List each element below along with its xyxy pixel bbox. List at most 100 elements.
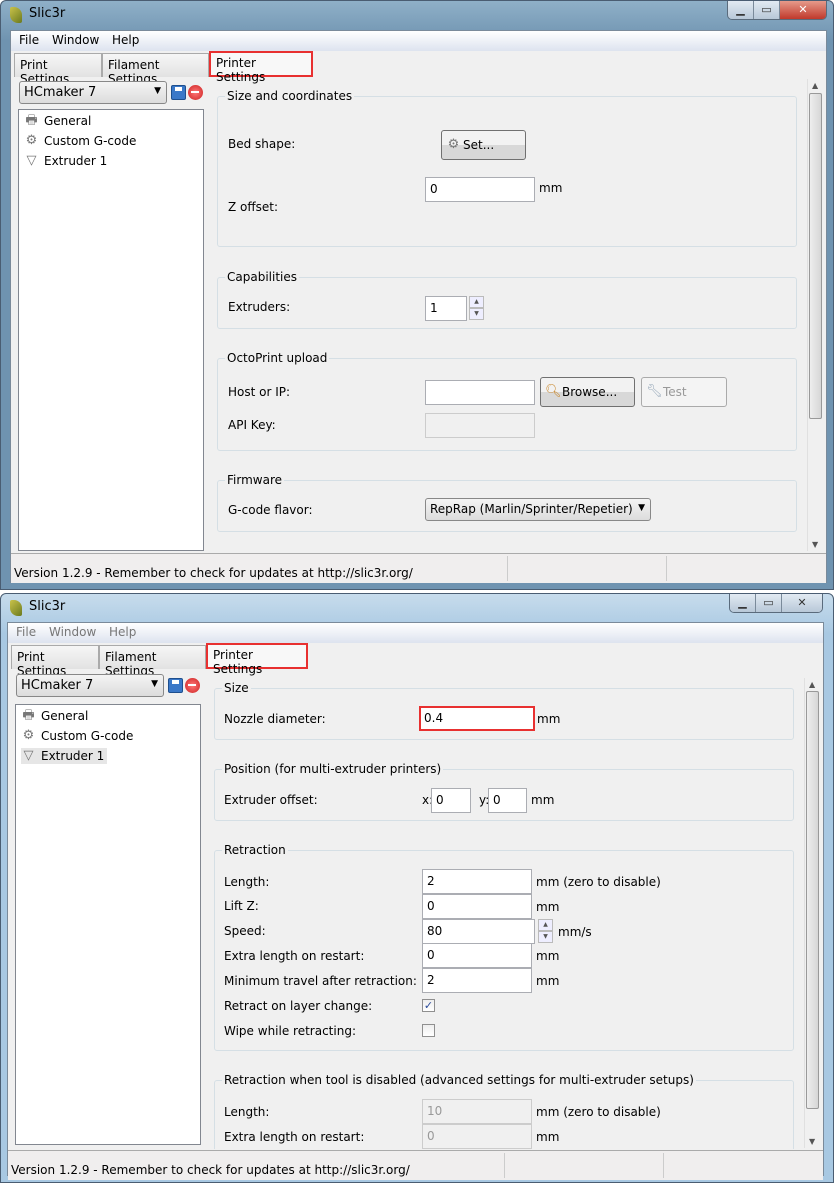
- magnifier-icon: 🔍︎: [545, 384, 562, 399]
- spin-down-icon[interactable]: ▼: [538, 931, 553, 943]
- window-title: Slic3r: [29, 599, 66, 614]
- retract-layer-change-label: Retract on layer change:: [224, 999, 373, 1013]
- offset-unit: mm: [531, 793, 555, 807]
- scroll-up-icon[interactable]: ▲: [809, 680, 815, 689]
- extruder-offset-label: Extruder offset:: [224, 793, 318, 807]
- chevron-down-icon: ▼: [638, 503, 645, 513]
- test-button[interactable]: 🔧︎ Test: [641, 377, 727, 407]
- maximize-button[interactable]: ▭: [754, 1, 780, 19]
- retract-speed-input[interactable]: 80: [422, 919, 535, 944]
- status-divider: [663, 1153, 664, 1178]
- bed-shape-set-button[interactable]: ⚙ Set...: [441, 130, 526, 160]
- group-title: Size: [222, 681, 251, 695]
- status-divider: [504, 1153, 505, 1178]
- client-area: File Window Help Print Settings Filament…: [10, 30, 827, 583]
- retract-layer-change-checkbox[interactable]: ✓: [422, 999, 435, 1012]
- group-title: Size and coordinates: [225, 89, 355, 103]
- extruders-label: Extruders:: [228, 300, 291, 314]
- scroll-up-icon[interactable]: ▲: [812, 81, 818, 90]
- gcode-flavor-select[interactable]: RepRap (Marlin/Sprinter/Repetier) ▼: [425, 498, 651, 521]
- close-button[interactable]: ✕: [780, 1, 826, 19]
- maximize-button[interactable]: ▭: [756, 594, 782, 612]
- spin-down-icon[interactable]: ▼: [469, 308, 484, 320]
- nozzle-diameter-label: Nozzle diameter:: [224, 712, 326, 726]
- browse-button[interactable]: 🔍︎ Browse...: [540, 377, 635, 407]
- slic3r-app-icon: [10, 600, 22, 616]
- gcode-flavor-value: RepRap (Marlin/Sprinter/Repetier): [430, 502, 633, 516]
- retract-speed-spinner[interactable]: ▲ ▼: [538, 919, 553, 943]
- status-divider: [666, 556, 667, 581]
- lift-z-label: Lift Z:: [224, 899, 259, 913]
- scroll-down-icon[interactable]: ▼: [812, 540, 818, 549]
- min-travel-unit: mm: [536, 974, 560, 988]
- extruders-spinner[interactable]: ▲ ▼: [469, 296, 484, 320]
- browse-label: Browse...: [562, 385, 618, 399]
- spin-up-icon[interactable]: ▲: [538, 919, 553, 931]
- retract-speed-label: Speed:: [224, 924, 266, 938]
- status-bar: Version 1.2.9 - Remember to check for up…: [8, 1150, 823, 1180]
- host-label: Host or IP:: [228, 385, 291, 399]
- group-title: OctoPrint upload: [225, 351, 330, 365]
- window-title: Slic3r: [29, 6, 66, 21]
- extra-length-input[interactable]: 0: [422, 943, 532, 968]
- window-controls: ▁ ▭ ✕: [727, 1, 827, 20]
- lift-z-input[interactable]: 0: [422, 894, 532, 919]
- disabled-length-label: Length:: [224, 1105, 270, 1119]
- vertical-scrollbar[interactable]: ▲ ▼: [804, 678, 820, 1148]
- z-offset-label: Z offset:: [228, 200, 279, 214]
- min-travel-input[interactable]: 2: [422, 968, 532, 993]
- disabled-length-input[interactable]: 10: [422, 1099, 532, 1124]
- status-bar: Version 1.2.9 - Remember to check for up…: [11, 553, 826, 583]
- retract-length-input[interactable]: 2: [422, 869, 532, 894]
- settings-pane: Size Nozzle diameter: 0.4 mm Position (f…: [8, 623, 805, 1149]
- status-text: Version 1.2.9 - Remember to check for up…: [11, 1163, 410, 1177]
- offset-y-input[interactable]: 0: [488, 788, 527, 813]
- z-offset-input[interactable]: 0: [425, 177, 535, 202]
- status-text: Version 1.2.9 - Remember to check for up…: [14, 566, 413, 580]
- retract-speed-unit: mm/s: [558, 925, 592, 939]
- host-input[interactable]: [425, 380, 535, 405]
- scroll-down-icon[interactable]: ▼: [809, 1137, 815, 1146]
- disabled-extra-length-unit: mm: [536, 1130, 560, 1144]
- api-key-input[interactable]: [425, 413, 535, 438]
- wipe-label: Wipe while retracting:: [224, 1024, 356, 1038]
- slic3r-window-extruder: Slic3r ▁ ▭ ✕ File Window Help Print Sett…: [0, 593, 834, 1183]
- window-controls: ▁ ▭ ✕: [729, 594, 823, 613]
- retract-length-label: Length:: [224, 875, 270, 889]
- extruders-input[interactable]: 1: [425, 296, 467, 321]
- vertical-scrollbar[interactable]: ▲ ▼: [807, 79, 823, 551]
- client-area: File Window Help Print Settings Filament…: [7, 622, 824, 1180]
- disabled-extra-length-input[interactable]: 0: [422, 1124, 532, 1149]
- lift-z-unit: mm: [536, 900, 560, 914]
- set-button-label: Set...: [463, 138, 495, 152]
- group-title: Retraction when tool is disabled (advanc…: [222, 1073, 696, 1087]
- extra-length-label: Extra length on restart:: [224, 949, 365, 963]
- minimize-button[interactable]: ▁: [728, 1, 754, 19]
- status-divider: [507, 556, 508, 581]
- group-title: Capabilities: [225, 270, 299, 284]
- wrench-icon: 🔧︎: [646, 384, 663, 399]
- disabled-extra-length-label: Extra length on restart:: [224, 1130, 365, 1144]
- extra-length-unit: mm: [536, 949, 560, 963]
- slic3r-app-icon: [10, 7, 22, 23]
- settings-pane: Size and coordinates Bed shape: ⚙ Set... …: [11, 31, 808, 552]
- z-offset-unit: mm: [539, 181, 563, 195]
- minimize-button[interactable]: ▁: [730, 594, 756, 612]
- slic3r-window-general: Slic3r ▁ ▭ ✕ File Window Help Print Sett…: [0, 0, 834, 590]
- scrollbar-thumb[interactable]: [806, 691, 819, 1109]
- close-button[interactable]: ✕: [782, 594, 822, 612]
- nozzle-diameter-input[interactable]: 0.4: [419, 706, 535, 731]
- scrollbar-thumb[interactable]: [809, 93, 822, 419]
- group-title: Position (for multi-extruder printers): [222, 762, 444, 776]
- group-title: Firmware: [225, 473, 284, 487]
- min-travel-label: Minimum travel after retraction:: [224, 974, 417, 988]
- disabled-length-unit: mm (zero to disable): [536, 1105, 661, 1119]
- wipe-checkbox[interactable]: [422, 1024, 435, 1037]
- bed-shape-label: Bed shape:: [228, 137, 296, 151]
- test-label: Test: [663, 385, 687, 399]
- retract-length-unit: mm (zero to disable): [536, 875, 661, 889]
- spin-up-icon[interactable]: ▲: [469, 296, 484, 308]
- offset-x-input[interactable]: 0: [431, 788, 471, 813]
- group-title: Retraction: [222, 843, 288, 857]
- api-key-label: API Key:: [228, 418, 276, 432]
